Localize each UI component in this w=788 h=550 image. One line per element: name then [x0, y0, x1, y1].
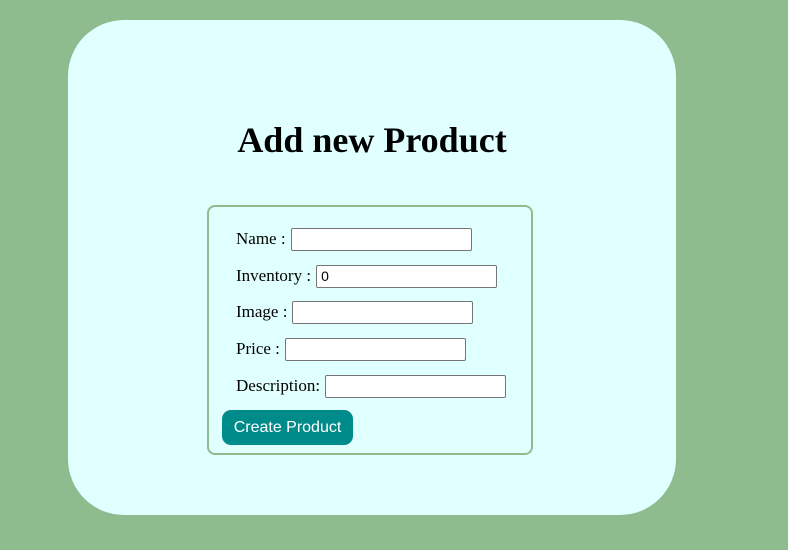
inventory-input[interactable]	[316, 264, 498, 288]
create-product-button[interactable]: Create Product	[222, 410, 353, 445]
image-input[interactable]	[292, 300, 474, 324]
main-card: Add new Product Name : Inventory : Image…	[68, 20, 676, 515]
name-row: Name :	[236, 227, 472, 251]
price-row: Price :	[236, 337, 466, 361]
price-label: Price :	[236, 339, 280, 358]
description-input[interactable]	[325, 374, 507, 398]
description-label: Description:	[236, 376, 321, 395]
image-label: Image :	[236, 302, 288, 321]
name-input[interactable]	[290, 227, 472, 251]
inventory-row: Inventory :	[236, 264, 498, 288]
add-product-form: Name : Inventory : Image : Price : Descr…	[207, 205, 533, 455]
image-row: Image :	[236, 300, 474, 324]
description-row: Description:	[236, 374, 507, 398]
price-input[interactable]	[284, 337, 466, 361]
inventory-label: Inventory :	[236, 266, 312, 285]
page-title: Add new Product	[237, 120, 507, 160]
name-label: Name :	[236, 229, 286, 248]
